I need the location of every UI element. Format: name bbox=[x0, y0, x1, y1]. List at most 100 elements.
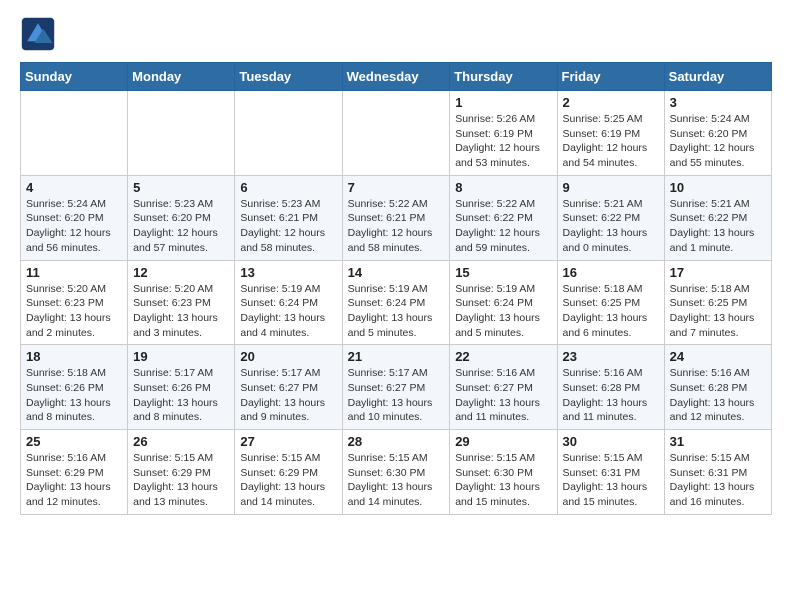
day-info: Sunrise: 5:15 AM Sunset: 6:31 PM Dayligh… bbox=[670, 451, 766, 510]
calendar: SundayMondayTuesdayWednesdayThursdayFrid… bbox=[20, 62, 772, 515]
calendar-cell bbox=[235, 91, 342, 176]
calendar-cell bbox=[21, 91, 128, 176]
calendar-cell: 14 Sunrise: 5:19 AM Sunset: 6:24 PM Dayli… bbox=[342, 260, 450, 345]
calendar-week-1: 1 Sunrise: 5:26 AM Sunset: 6:19 PM Daylig… bbox=[21, 91, 772, 176]
day-number: 30 bbox=[563, 434, 659, 449]
day-number: 1 bbox=[455, 95, 551, 110]
day-info: Sunrise: 5:17 AM Sunset: 6:27 PM Dayligh… bbox=[348, 366, 445, 425]
calendar-cell: 17 Sunrise: 5:18 AM Sunset: 6:25 PM Dayli… bbox=[664, 260, 771, 345]
day-header-friday: Friday bbox=[557, 63, 664, 91]
day-number: 13 bbox=[240, 265, 336, 280]
calendar-cell: 28 Sunrise: 5:15 AM Sunset: 6:30 PM Dayli… bbox=[342, 430, 450, 515]
calendar-cell: 15 Sunrise: 5:19 AM Sunset: 6:24 PM Dayli… bbox=[450, 260, 557, 345]
day-header-tuesday: Tuesday bbox=[235, 63, 342, 91]
calendar-cell: 1 Sunrise: 5:26 AM Sunset: 6:19 PM Daylig… bbox=[450, 91, 557, 176]
day-info: Sunrise: 5:18 AM Sunset: 6:25 PM Dayligh… bbox=[563, 282, 659, 341]
day-info: Sunrise: 5:17 AM Sunset: 6:27 PM Dayligh… bbox=[240, 366, 336, 425]
day-number: 7 bbox=[348, 180, 445, 195]
day-info: Sunrise: 5:25 AM Sunset: 6:19 PM Dayligh… bbox=[563, 112, 659, 171]
day-number: 2 bbox=[563, 95, 659, 110]
day-info: Sunrise: 5:22 AM Sunset: 6:22 PM Dayligh… bbox=[455, 197, 551, 256]
calendar-cell: 27 Sunrise: 5:15 AM Sunset: 6:29 PM Dayli… bbox=[235, 430, 342, 515]
day-number: 27 bbox=[240, 434, 336, 449]
day-number: 4 bbox=[26, 180, 122, 195]
calendar-cell: 31 Sunrise: 5:15 AM Sunset: 6:31 PM Dayli… bbox=[664, 430, 771, 515]
day-number: 18 bbox=[26, 349, 122, 364]
day-info: Sunrise: 5:15 AM Sunset: 6:30 PM Dayligh… bbox=[348, 451, 445, 510]
day-info: Sunrise: 5:19 AM Sunset: 6:24 PM Dayligh… bbox=[348, 282, 445, 341]
calendar-cell: 5 Sunrise: 5:23 AM Sunset: 6:20 PM Daylig… bbox=[128, 175, 235, 260]
day-number: 6 bbox=[240, 180, 336, 195]
day-number: 17 bbox=[670, 265, 766, 280]
calendar-cell: 10 Sunrise: 5:21 AM Sunset: 6:22 PM Dayli… bbox=[664, 175, 771, 260]
calendar-cell: 12 Sunrise: 5:20 AM Sunset: 6:23 PM Dayli… bbox=[128, 260, 235, 345]
day-info: Sunrise: 5:23 AM Sunset: 6:20 PM Dayligh… bbox=[133, 197, 229, 256]
day-number: 8 bbox=[455, 180, 551, 195]
day-info: Sunrise: 5:15 AM Sunset: 6:29 PM Dayligh… bbox=[133, 451, 229, 510]
day-info: Sunrise: 5:20 AM Sunset: 6:23 PM Dayligh… bbox=[133, 282, 229, 341]
day-info: Sunrise: 5:17 AM Sunset: 6:26 PM Dayligh… bbox=[133, 366, 229, 425]
calendar-cell: 9Sunrise: 5:21 AM Sunset: 6:22 PM Daylig… bbox=[557, 175, 664, 260]
day-info: Sunrise: 5:16 AM Sunset: 6:28 PM Dayligh… bbox=[563, 366, 659, 425]
day-number: 23 bbox=[563, 349, 659, 364]
day-info: Sunrise: 5:22 AM Sunset: 6:21 PM Dayligh… bbox=[348, 197, 445, 256]
day-info: Sunrise: 5:15 AM Sunset: 6:29 PM Dayligh… bbox=[240, 451, 336, 510]
calendar-cell: 20Sunrise: 5:17 AM Sunset: 6:27 PM Dayli… bbox=[235, 345, 342, 430]
day-number: 3 bbox=[670, 95, 766, 110]
logo-icon bbox=[20, 16, 56, 52]
calendar-cell: 7 Sunrise: 5:22 AM Sunset: 6:21 PM Daylig… bbox=[342, 175, 450, 260]
day-number: 11 bbox=[26, 265, 122, 280]
day-header-sunday: Sunday bbox=[21, 63, 128, 91]
calendar-header-row: SundayMondayTuesdayWednesdayThursdayFrid… bbox=[21, 63, 772, 91]
day-header-wednesday: Wednesday bbox=[342, 63, 450, 91]
day-info: Sunrise: 5:16 AM Sunset: 6:28 PM Dayligh… bbox=[670, 366, 766, 425]
calendar-cell: 25Sunrise: 5:16 AM Sunset: 6:29 PM Dayli… bbox=[21, 430, 128, 515]
calendar-cell: 18 Sunrise: 5:18 AM Sunset: 6:26 PM Dayli… bbox=[21, 345, 128, 430]
day-info: Sunrise: 5:18 AM Sunset: 6:25 PM Dayligh… bbox=[670, 282, 766, 341]
calendar-cell: 26 Sunrise: 5:15 AM Sunset: 6:29 PM Dayli… bbox=[128, 430, 235, 515]
day-info: Sunrise: 5:18 AM Sunset: 6:26 PM Dayligh… bbox=[26, 366, 122, 425]
day-info: Sunrise: 5:19 AM Sunset: 6:24 PM Dayligh… bbox=[455, 282, 551, 341]
day-number: 21 bbox=[348, 349, 445, 364]
day-number: 14 bbox=[348, 265, 445, 280]
calendar-cell bbox=[128, 91, 235, 176]
day-info: Sunrise: 5:15 AM Sunset: 6:30 PM Dayligh… bbox=[455, 451, 551, 510]
day-number: 15 bbox=[455, 265, 551, 280]
calendar-cell: 29 Sunrise: 5:15 AM Sunset: 6:30 PM Dayli… bbox=[450, 430, 557, 515]
day-header-monday: Monday bbox=[128, 63, 235, 91]
day-number: 28 bbox=[348, 434, 445, 449]
calendar-cell: 11Sunrise: 5:20 AM Sunset: 6:23 PM Dayli… bbox=[21, 260, 128, 345]
day-number: 5 bbox=[133, 180, 229, 195]
day-info: Sunrise: 5:23 AM Sunset: 6:21 PM Dayligh… bbox=[240, 197, 336, 256]
day-header-saturday: Saturday bbox=[664, 63, 771, 91]
calendar-cell: 13 Sunrise: 5:19 AM Sunset: 6:24 PM Dayli… bbox=[235, 260, 342, 345]
logo bbox=[20, 16, 60, 52]
day-number: 19 bbox=[133, 349, 229, 364]
day-number: 22 bbox=[455, 349, 551, 364]
calendar-cell: 30 Sunrise: 5:15 AM Sunset: 6:31 PM Dayli… bbox=[557, 430, 664, 515]
calendar-cell: 19 Sunrise: 5:17 AM Sunset: 6:26 PM Dayli… bbox=[128, 345, 235, 430]
page: SundayMondayTuesdayWednesdayThursdayFrid… bbox=[0, 0, 792, 535]
calendar-cell: 2 Sunrise: 5:25 AM Sunset: 6:19 PM Daylig… bbox=[557, 91, 664, 176]
day-number: 10 bbox=[670, 180, 766, 195]
calendar-cell: 8 Sunrise: 5:22 AM Sunset: 6:22 PM Daylig… bbox=[450, 175, 557, 260]
day-info: Sunrise: 5:19 AM Sunset: 6:24 PM Dayligh… bbox=[240, 282, 336, 341]
day-info: Sunrise: 5:26 AM Sunset: 6:19 PM Dayligh… bbox=[455, 112, 551, 171]
day-info: Sunrise: 5:15 AM Sunset: 6:31 PM Dayligh… bbox=[563, 451, 659, 510]
calendar-cell: 16Sunrise: 5:18 AM Sunset: 6:25 PM Dayli… bbox=[557, 260, 664, 345]
day-info: Sunrise: 5:21 AM Sunset: 6:22 PM Dayligh… bbox=[670, 197, 766, 256]
calendar-cell: 24 Sunrise: 5:16 AM Sunset: 6:28 PM Dayli… bbox=[664, 345, 771, 430]
day-number: 26 bbox=[133, 434, 229, 449]
day-number: 31 bbox=[670, 434, 766, 449]
calendar-week-3: 11 Sunrise: 5:20 AM Sunset: 6:23 PM Dayli… bbox=[21, 260, 772, 345]
calendar-cell: 23 Sunrise: 5:16 AM Sunset: 6:28 PM Dayli… bbox=[557, 345, 664, 430]
calendar-cell: 4Sunrise: 5:24 AM Sunset: 6:20 PM Daylig… bbox=[21, 175, 128, 260]
calendar-cell: 6 Sunrise: 5:23 AM Sunset: 6:21 PM Daylig… bbox=[235, 175, 342, 260]
calendar-cell: 3Sunrise: 5:24 AM Sunset: 6:20 PM Daylig… bbox=[664, 91, 771, 176]
day-number: 24 bbox=[670, 349, 766, 364]
day-number: 29 bbox=[455, 434, 551, 449]
day-info: Sunrise: 5:21 AM Sunset: 6:22 PM Dayligh… bbox=[563, 197, 659, 256]
day-info: Sunrise: 5:16 AM Sunset: 6:29 PM Dayligh… bbox=[26, 451, 122, 510]
calendar-cell: 22Sunrise: 5:16 AM Sunset: 6:27 PM Dayli… bbox=[450, 345, 557, 430]
day-number: 12 bbox=[133, 265, 229, 280]
